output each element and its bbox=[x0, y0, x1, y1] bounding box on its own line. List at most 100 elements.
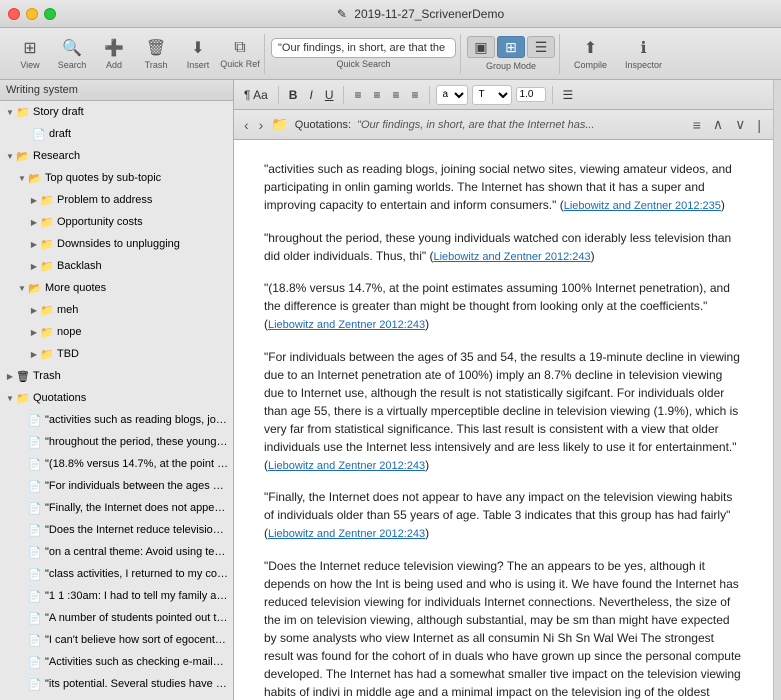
inspector-button[interactable]: ℹ Inspector bbox=[617, 35, 670, 73]
add-button[interactable]: ➕ Add bbox=[94, 35, 134, 73]
sidebar-item-label: Top quotes by sub-topic bbox=[45, 172, 161, 184]
search-group: Quick Search bbox=[267, 34, 461, 74]
group-mode-single[interactable]: ▣ bbox=[467, 36, 495, 58]
sidebar-item-q12[interactable]: 📄 "Activities such as checking e-mails/t… bbox=[0, 651, 233, 673]
header-up-button[interactable]: ∧ bbox=[709, 114, 727, 135]
sidebar-item-q14[interactable]: 📄 "Although members of "generation M" th… bbox=[0, 695, 233, 700]
folder-icon: 📁 bbox=[16, 105, 30, 119]
sidebar-item-label: Downsides to unplugging bbox=[57, 238, 180, 250]
sidebar-item-q6[interactable]: 📄 "Does the Internet reduce television v… bbox=[0, 519, 233, 541]
maximize-button[interactable] bbox=[44, 8, 56, 20]
nav-back-button[interactable]: ‹ bbox=[242, 115, 251, 135]
sidebar-item-problem[interactable]: ▶ 📁 Problem to address bbox=[0, 189, 233, 211]
editor-content[interactable]: "activities such as reading blogs, joini… bbox=[234, 140, 773, 700]
citation-link-4[interactable]: Liebowitz and Zentner 2012:243 bbox=[268, 460, 425, 472]
paragraph-4: "For individuals between the ages of 35 … bbox=[264, 348, 743, 475]
bold-button[interactable]: B bbox=[285, 86, 302, 104]
view-icon: ⊞ bbox=[23, 38, 36, 58]
folder-icon: 📁 bbox=[16, 391, 30, 405]
expand-arrow: ▶ bbox=[28, 194, 40, 206]
sidebar-item-q10[interactable]: 📄 "A number of students pointed out the … bbox=[0, 607, 233, 629]
font-size-select[interactable]: a bbox=[436, 85, 468, 105]
line-spacing-input[interactable] bbox=[516, 87, 546, 102]
sidebar-item-downsides[interactable]: ▶ 📁 Downsides to unplugging bbox=[0, 233, 233, 255]
citation-link-3[interactable]: Liebowitz and Zentner 2012:243 bbox=[268, 319, 425, 331]
header-split-button[interactable]: | bbox=[753, 115, 765, 135]
doc-icon: 📄 bbox=[32, 127, 46, 141]
align-justify-button[interactable]: ≡ bbox=[408, 86, 423, 104]
citation-link-1[interactable]: Liebowitz and Zentner 2012:235 bbox=[564, 200, 721, 212]
expand-arrow: ▼ bbox=[4, 106, 16, 118]
format-divider bbox=[552, 86, 553, 104]
sidebar: Writing system ▼ 📁 Story draft 📄 draft ▼… bbox=[0, 80, 234, 700]
sidebar-item-draft[interactable]: 📄 draft bbox=[0, 123, 233, 145]
sidebar-item-q2[interactable]: 📄 "hroughout the period, these young ind… bbox=[0, 431, 233, 453]
group-mode-columns[interactable]: ⊞ bbox=[497, 36, 525, 58]
breadcrumb-prefix: Quotations: bbox=[295, 119, 351, 131]
align-center-button[interactable]: ≡ bbox=[370, 86, 385, 104]
expand-arrow: ▼ bbox=[16, 282, 28, 294]
insert-button[interactable]: ⬇ Insert bbox=[178, 35, 218, 73]
header-down-button[interactable]: ∨ bbox=[731, 114, 749, 135]
sidebar-item-label: meh bbox=[57, 304, 78, 316]
sidebar-item-q5[interactable]: 📄 "Finally, the Internet does not appear… bbox=[0, 497, 233, 519]
group-mode-list[interactable]: ☰ bbox=[527, 36, 555, 58]
sidebar-item-research[interactable]: ▼ 📂 Research bbox=[0, 145, 233, 167]
sidebar-item-meh[interactable]: ▶ 📁 meh bbox=[0, 299, 233, 321]
align-right-button[interactable]: ≡ bbox=[389, 86, 404, 104]
sidebar-item-label: TBD bbox=[57, 348, 79, 360]
sidebar-item-label: "A number of students pointed out the be… bbox=[45, 612, 229, 624]
sidebar-item-top-quotes[interactable]: ▼ 📂 Top quotes by sub-topic bbox=[0, 167, 233, 189]
citation-link-5[interactable]: Liebowitz and Zentner 2012:243 bbox=[268, 528, 425, 540]
sidebar-item-story-draft[interactable]: ▼ 📁 Story draft bbox=[0, 101, 233, 123]
header-menu-button[interactable]: ≡ bbox=[689, 115, 705, 135]
right-panel bbox=[773, 80, 781, 700]
sidebar-item-q8[interactable]: 📄 "class activities, I returned to my co… bbox=[0, 563, 233, 585]
sidebar-item-q1[interactable]: 📄 "activities such as reading blogs, joi… bbox=[0, 409, 233, 431]
citation-link-2[interactable]: Liebowitz and Zentner 2012:243 bbox=[433, 251, 590, 263]
nav-forward-button[interactable]: › bbox=[257, 115, 266, 135]
view-button[interactable]: ⊞ View bbox=[10, 35, 50, 73]
doc-icon: 📄 bbox=[28, 655, 42, 669]
sidebar-item-tbd[interactable]: ▶ 📁 TBD bbox=[0, 343, 233, 365]
quick-ref-button[interactable]: ⧉ Quick Ref bbox=[220, 35, 260, 73]
quick-search-box[interactable] bbox=[271, 38, 456, 58]
sidebar-item-label: "1 1 :30am: I had to tell my family and … bbox=[45, 590, 229, 602]
compile-group: ⬆ Compile ℹ Inspector bbox=[562, 34, 674, 74]
sidebar-item-q9[interactable]: 📄 "1 1 :30am: I had to tell my family an… bbox=[0, 585, 233, 607]
trash-toolbar-button[interactable]: 🗑 Trash bbox=[136, 35, 176, 73]
minimize-button[interactable] bbox=[26, 8, 38, 20]
search-button[interactable]: 🔍 Search bbox=[52, 35, 92, 73]
list-button[interactable]: ☰ bbox=[559, 86, 578, 104]
title-icon: ✎ bbox=[337, 7, 347, 21]
sidebar-item-q13[interactable]: 📄 "its potential. Several studies have f… bbox=[0, 673, 233, 695]
sidebar-item-backlash[interactable]: ▶ 📁 Backlash bbox=[0, 255, 233, 277]
sidebar-item-opportunity[interactable]: ▶ 📁 Opportunity costs bbox=[0, 211, 233, 233]
sidebar-item-more-quotes[interactable]: ▼ 📂 More quotes bbox=[0, 277, 233, 299]
compile-button[interactable]: ⬆ Compile bbox=[566, 35, 615, 73]
quick-search-input[interactable] bbox=[278, 42, 449, 54]
quick-search-wrapper: Quick Search bbox=[271, 38, 456, 69]
folder-icon: 📂 bbox=[16, 149, 30, 163]
align-left-button[interactable]: ≡ bbox=[350, 86, 365, 104]
sidebar-content[interactable]: ▼ 📁 Story draft 📄 draft ▼ 📂 Research ▼ 📂… bbox=[0, 101, 233, 700]
paragraph-5: "Finally, the Internet does not appear t… bbox=[264, 488, 743, 543]
sidebar-item-nope[interactable]: ▶ 📁 nope bbox=[0, 321, 233, 343]
close-button[interactable] bbox=[8, 8, 20, 20]
italic-button[interactable]: I bbox=[305, 86, 316, 104]
sidebar-item-q4[interactable]: 📄 "For individuals between the ages of 3… bbox=[0, 475, 233, 497]
font-size-value[interactable]: T bbox=[472, 85, 512, 105]
search-icon: 🔍 bbox=[62, 38, 82, 58]
sidebar-item-q11[interactable]: 📄 "I can't believe how sort of egocentri… bbox=[0, 629, 233, 651]
paragraph-1: "activities such as reading blogs, joini… bbox=[264, 160, 743, 215]
sidebar-item-q3[interactable]: 📄 "(18.8% versus 14.7%, at the point est… bbox=[0, 453, 233, 475]
sidebar-item-trash[interactable]: ▶ 🗑 Trash bbox=[0, 365, 233, 387]
sidebar-item-label: "For individuals between the ages of 35 … bbox=[45, 480, 229, 492]
doc-icon: 📄 bbox=[28, 677, 42, 691]
paragraph-style-button[interactable]: ¶ Aa bbox=[240, 86, 272, 104]
folder-icon: 📁 bbox=[40, 325, 54, 339]
underline-button[interactable]: U bbox=[321, 86, 338, 104]
expand-arrow: ▶ bbox=[28, 216, 40, 228]
sidebar-item-quotations[interactable]: ▼ 📁 Quotations bbox=[0, 387, 233, 409]
sidebar-item-q7[interactable]: 📄 "on a central theme: Avoid using techn… bbox=[0, 541, 233, 563]
